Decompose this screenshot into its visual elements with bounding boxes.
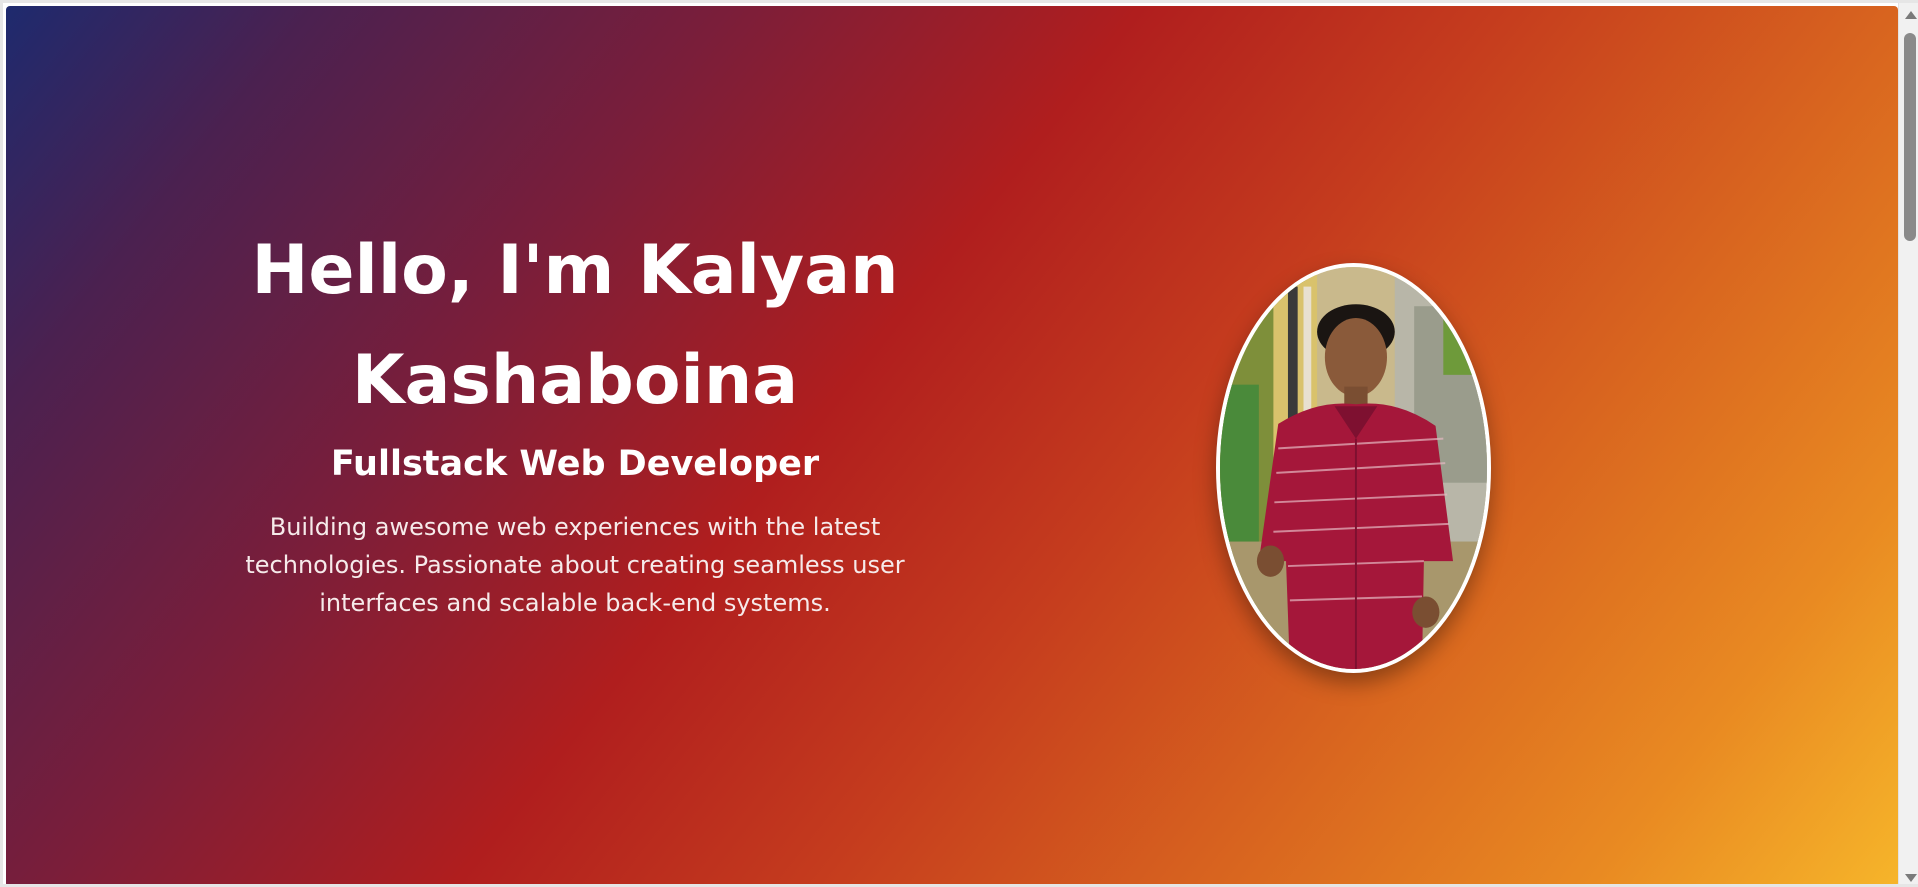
page-viewport: Hello, I'm Kalyan Kashaboina Fullstack W… xyxy=(0,0,1918,887)
hero-role: Fullstack Web Developer xyxy=(330,444,820,484)
profile-photo xyxy=(1216,263,1491,673)
hero-description: Building awesome web experiences with th… xyxy=(245,513,905,617)
hero-section: Hello, I'm Kalyan Kashaboina Fullstack W… xyxy=(6,6,1898,884)
hero-intro: Hello, I'm Kalyan Kashaboina Fullstack W… xyxy=(206,216,944,622)
scroll-down-arrow-icon[interactable] xyxy=(1905,874,1917,882)
scrollbar-thumb[interactable] xyxy=(1904,33,1916,241)
scroll-up-arrow-icon[interactable] xyxy=(1905,11,1917,19)
profile-photo-image xyxy=(1220,267,1487,669)
hero-heading: Hello, I'm Kalyan Kashaboina xyxy=(251,231,899,420)
vertical-scrollbar[interactable] xyxy=(1898,3,1918,884)
